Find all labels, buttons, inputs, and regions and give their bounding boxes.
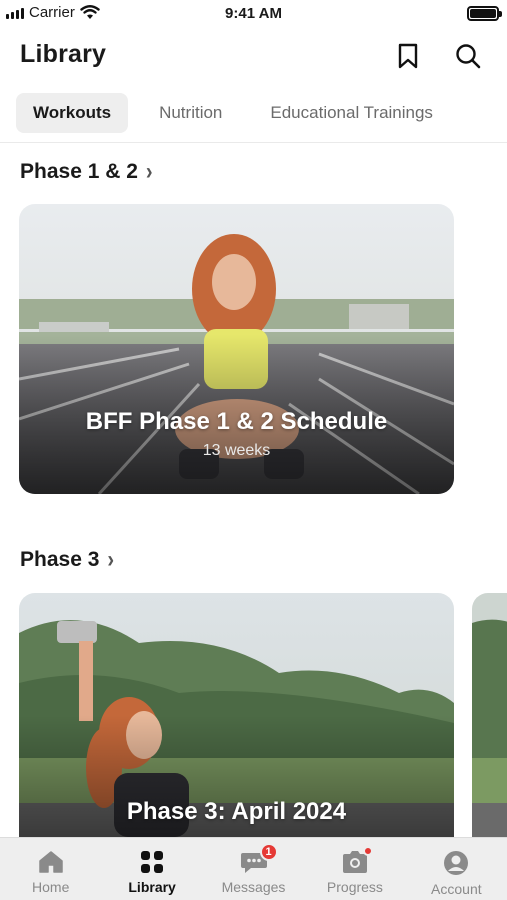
- battery-icon: [467, 6, 502, 21]
- nav-account[interactable]: Account: [406, 838, 507, 900]
- header: Library: [0, 32, 507, 80]
- search-icon[interactable]: [452, 40, 484, 72]
- notification-badge: 1: [259, 843, 278, 861]
- card-duration: 13 weeks: [202, 442, 271, 459]
- bottom-tab-bar: Home Library 1 Messages Progress Account: [0, 837, 507, 900]
- grid-icon: [141, 851, 164, 873]
- section-phase-1-2-header[interactable]: Phase 1 & 2 ›: [20, 158, 153, 185]
- tab-educational-trainings[interactable]: Educational Trainings: [253, 93, 450, 133]
- nav-label: Home: [32, 879, 70, 895]
- page-title: Library: [20, 40, 107, 68]
- notification-dot: [362, 846, 373, 856]
- workout-card-phase-1-2[interactable]: BFF Phase 1 & 2 Schedule 13 weeks: [19, 204, 454, 494]
- nav-label: Account: [431, 881, 482, 897]
- category-tabs: Workouts Nutrition Educational Trainings: [16, 92, 507, 134]
- nav-messages[interactable]: 1 Messages: [203, 838, 304, 900]
- workout-card-phase-3[interactable]: Phase 3: April 2024: [19, 593, 454, 837]
- status-bar: Carrier 9:41 AM: [0, 0, 507, 28]
- home-icon: [38, 851, 63, 873]
- chevron-right-icon: ›: [145, 158, 153, 185]
- account-icon: [444, 851, 469, 875]
- status-time: 9:41 AM: [225, 5, 282, 22]
- section-title: Phase 3: [20, 548, 100, 571]
- tab-nutrition[interactable]: Nutrition: [142, 93, 239, 133]
- card-photo-peek: [472, 593, 507, 837]
- card-caption: Phase 3: April 2024: [19, 798, 454, 826]
- workout-card-peek[interactable]: [472, 593, 507, 837]
- nav-progress[interactable]: Progress: [304, 838, 405, 900]
- nav-library[interactable]: Library: [101, 838, 202, 900]
- section-title: Phase 1 & 2: [20, 160, 138, 183]
- card-title: BFF Phase 1 & 2 Schedule: [85, 408, 388, 435]
- bookmark-icon[interactable]: [392, 40, 424, 72]
- chevron-right-icon: ›: [107, 546, 115, 573]
- card-caption: BFF Phase 1 & 2 Schedule 13 weeks: [19, 408, 454, 460]
- section-phase-3-header[interactable]: Phase 3 ›: [20, 546, 115, 573]
- tabs-divider: [0, 142, 507, 143]
- nav-label: Messages: [221, 879, 286, 895]
- nav-label: Progress: [326, 879, 383, 895]
- card-title: Phase 3: April 2024: [126, 798, 347, 825]
- tab-workouts[interactable]: Workouts: [16, 93, 129, 133]
- nav-label: Library: [128, 879, 176, 895]
- nav-home[interactable]: Home: [0, 838, 101, 900]
